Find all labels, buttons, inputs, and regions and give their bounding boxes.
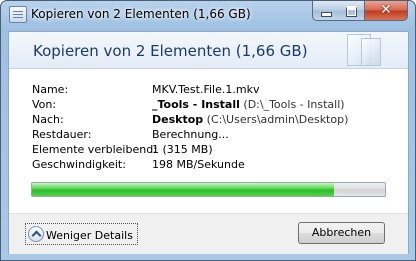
name-label: Name:: [32, 83, 69, 96]
from-label: Von:: [32, 98, 57, 111]
speed-value: 198 MB/Sekunde: [152, 158, 245, 171]
documents-graphic: [339, 34, 383, 66]
from-path: (D:\_Tools - Install): [239, 98, 345, 111]
name-value: MKV.Test.File.1.mkv: [152, 83, 260, 96]
dialog-footer: Weniger Details Abbrechen: [9, 213, 408, 254]
window-icon: [9, 6, 27, 23]
copy-dialog-window: Kopieren von 2 Elementen (1,66 GB) ✕ Kop…: [0, 0, 416, 261]
chevron-up-icon[interactable]: [28, 226, 44, 242]
progress-fill: [32, 183, 334, 196]
title-bar[interactable]: Kopieren von 2 Elementen (1,66 GB) ✕: [1, 1, 415, 27]
to-label: Nach:: [32, 113, 64, 126]
to-path: (C:\Users\admin\Desktop): [203, 113, 349, 126]
from-folder[interactable]: _Tools - Install: [152, 98, 240, 111]
items-remaining-value: 1 (315 MB): [152, 143, 213, 156]
remaining-label: Restdauer:: [32, 128, 92, 141]
speed-label: Geschwindigkeit:: [32, 158, 126, 171]
remaining-value: Berechnung...: [152, 128, 229, 141]
maximize-button[interactable]: [339, 1, 365, 21]
cancel-button[interactable]: Abbrechen: [298, 222, 385, 244]
fewer-details-label[interactable]: Weniger Details: [46, 226, 133, 246]
dialog-heading: Kopieren von 2 Elementen (1,66 GB): [33, 42, 308, 60]
progress-bar: [31, 182, 386, 197]
fewer-details-toggle[interactable]: Weniger Details: [25, 223, 138, 245]
close-button[interactable]: ✕: [365, 1, 408, 21]
close-icon: ✕: [380, 2, 392, 18]
dialog-header: Kopieren von 2 Elementen (1,66 GB): [9, 32, 408, 69]
window-title: Kopieren von 2 Elementen (1,66 GB): [31, 7, 251, 21]
items-remaining-label: Elemente verbleibend:: [32, 143, 157, 156]
dialog-content: Kopieren von 2 Elementen (1,66 GB) Name:…: [8, 31, 409, 254]
from-value[interactable]: _Tools - Install (D:\_Tools - Install): [152, 98, 345, 111]
to-folder[interactable]: Desktop: [152, 113, 203, 126]
to-value[interactable]: Desktop (C:\Users\admin\Desktop): [152, 113, 348, 126]
minimize-button[interactable]: [312, 1, 340, 21]
